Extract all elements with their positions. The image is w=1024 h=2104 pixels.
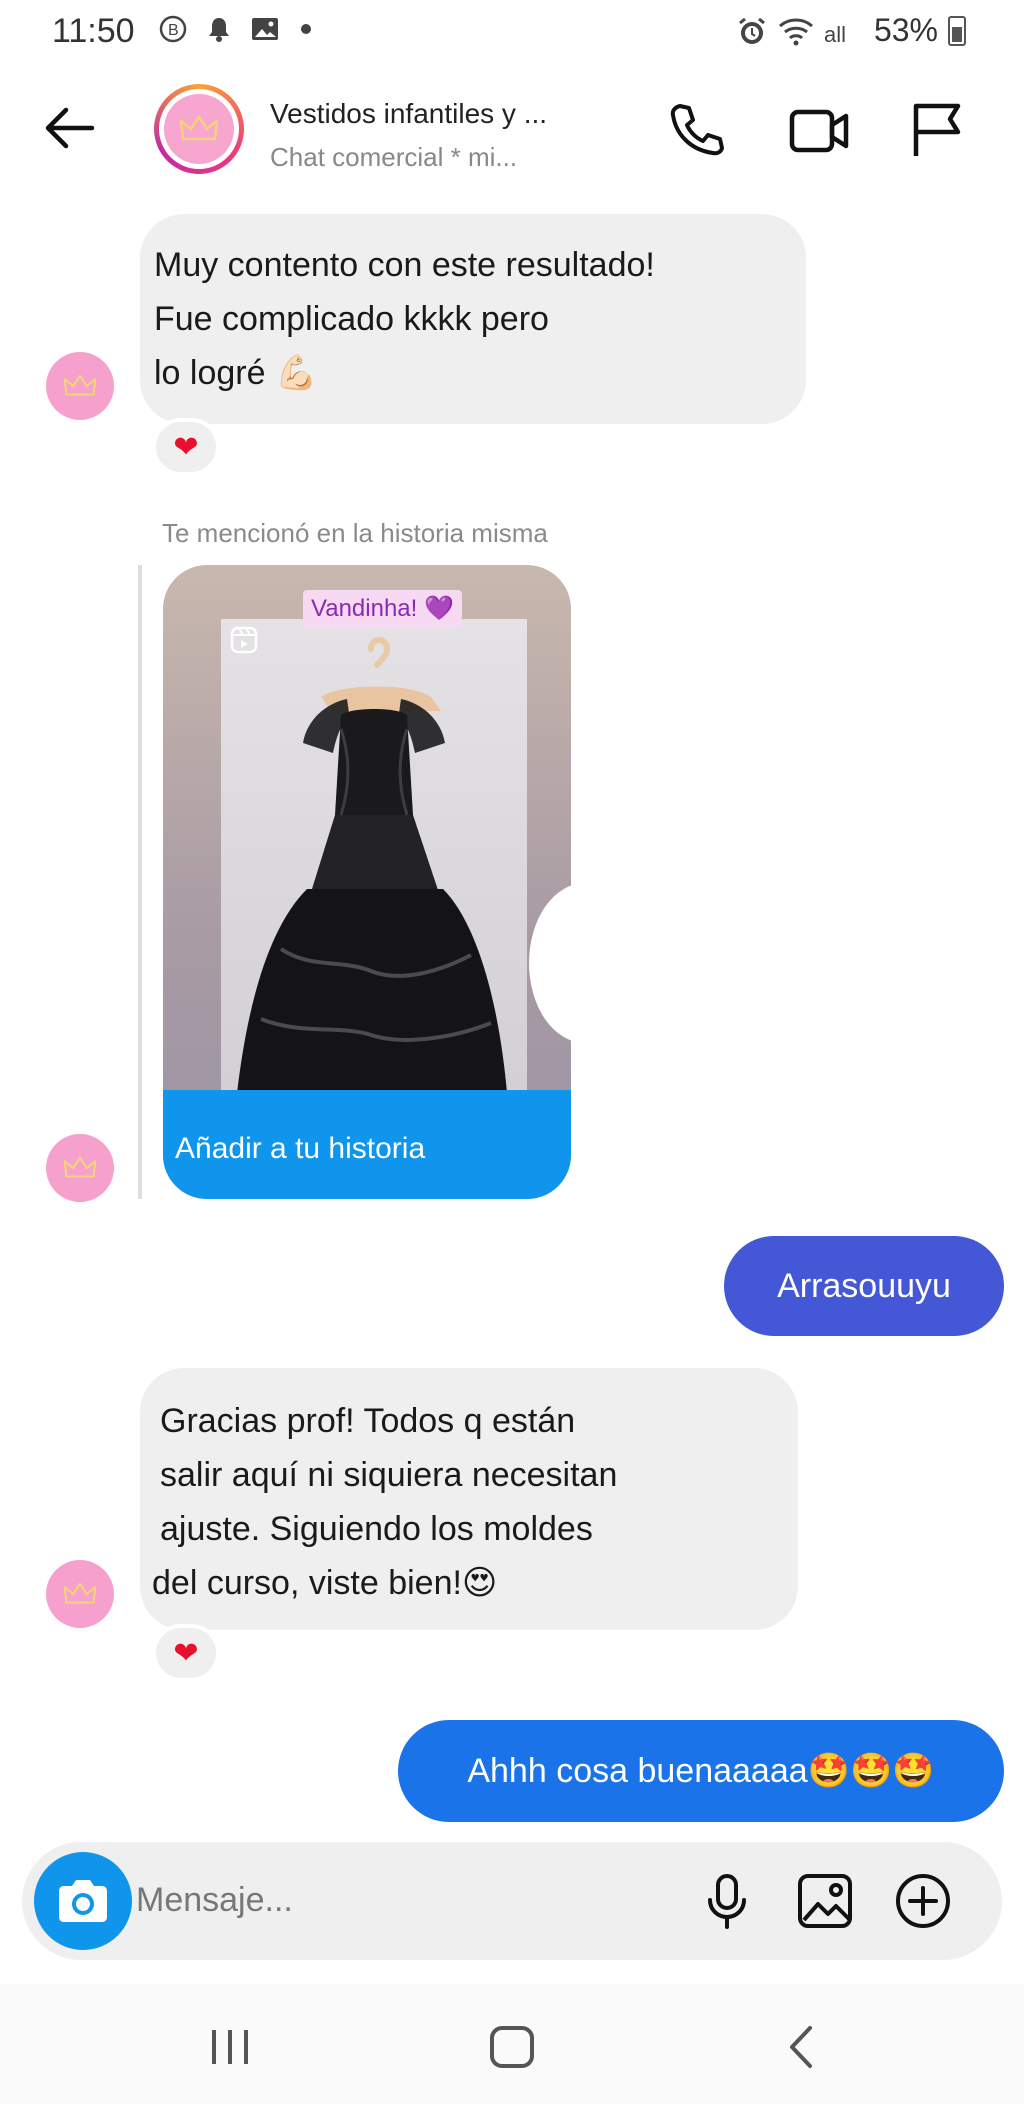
bell-icon — [209, 18, 229, 42]
crown-icon — [179, 115, 219, 141]
add-to-story-button[interactable]: Añadir a tu historia — [163, 1090, 571, 1199]
home-icon[interactable] — [482, 2022, 542, 2072]
svg-text:B: B — [168, 22, 179, 39]
mention-label: Te mencionó en la historia misma — [162, 518, 548, 548]
video-icon[interactable] — [788, 98, 852, 162]
back-arrow-icon[interactable] — [40, 100, 100, 156]
story-tag: Vandinha! 💜 — [303, 590, 462, 628]
crown-icon — [63, 1582, 97, 1604]
message-line: Fue complicado kkkk pero — [154, 300, 549, 338]
message-bubble-incoming[interactable]: Muy contento con este resultado! Fue com… — [140, 214, 806, 424]
message-input[interactable] — [136, 1872, 556, 1928]
system-nav-bar — [0, 1984, 1024, 2104]
message-line: Muy contento con este resultado! — [154, 246, 655, 284]
wifi-icon — [778, 18, 813, 45]
image-icon — [252, 18, 278, 40]
chat-header: Vestidos infantiles y ... Chat comercial… — [0, 62, 1024, 198]
message-line: ajuste. Siguiendo los moldes — [160, 1510, 593, 1548]
avatar[interactable] — [154, 84, 244, 174]
flag-icon[interactable] — [906, 98, 970, 162]
status-icons-left: B — [158, 14, 314, 44]
message-bubble-outgoing[interactable]: Arrasouuyu — [724, 1236, 1004, 1336]
recents-icon[interactable] — [200, 2022, 260, 2072]
message-line: del curso, viste bien!😍 — [152, 1564, 498, 1602]
svg-text:all: all — [824, 22, 846, 46]
signal-icon: all — [824, 22, 846, 46]
message-bubble-outgoing[interactable]: Ahhh cosa buenaaaaa🤩🤩🤩 — [398, 1720, 1004, 1822]
chat-title[interactable]: Vestidos infantiles y ... — [270, 98, 610, 130]
heart-reaction[interactable]: ❤ — [152, 1624, 220, 1682]
story-card[interactable]: Vandinha! 💜 Añadir a tu historia — [163, 565, 571, 1199]
dress-image — [237, 637, 507, 1093]
gallery-icon[interactable] — [796, 1872, 854, 1930]
camera-icon — [59, 1880, 107, 1922]
message-line: Gracias prof! Todos q están — [160, 1402, 576, 1440]
chat-subtitle[interactable]: Chat comercial * mi... — [270, 142, 570, 173]
message-line: lo logré 💪🏻 — [154, 354, 318, 392]
phone-icon[interactable] — [664, 98, 728, 162]
dot-icon — [301, 24, 311, 34]
alarm-icon — [739, 17, 765, 44]
sender-avatar[interactable] — [46, 1134, 114, 1202]
message-composer — [22, 1842, 1002, 1960]
camera-button[interactable] — [34, 1852, 132, 1950]
microphone-icon[interactable] — [698, 1872, 756, 1930]
crown-icon — [63, 1156, 97, 1178]
battery-level: 53% — [873, 12, 938, 48]
b-icon: B — [159, 15, 187, 43]
status-time: 11:50 — [52, 12, 135, 50]
sender-avatar[interactable] — [46, 1560, 114, 1628]
status-icons-right: all 53% — [736, 12, 966, 49]
back-icon[interactable] — [772, 2022, 832, 2072]
sender-avatar[interactable] — [46, 352, 114, 420]
message-line: salir aquí ni siquiera necesitan — [160, 1456, 618, 1494]
crown-icon — [63, 374, 97, 396]
battery-icon — [948, 15, 966, 46]
story-reply-line — [138, 565, 142, 1199]
plus-circle-icon[interactable] — [894, 1872, 952, 1930]
message-bubble-incoming[interactable]: Gracias prof! Todos q están salir aquí n… — [140, 1368, 798, 1630]
heart-reaction[interactable]: ❤ — [152, 418, 220, 476]
reel-icon — [230, 626, 258, 654]
story-photo[interactable] — [221, 619, 527, 1093]
status-bar: 11:50 B all 53% — [0, 0, 1024, 62]
